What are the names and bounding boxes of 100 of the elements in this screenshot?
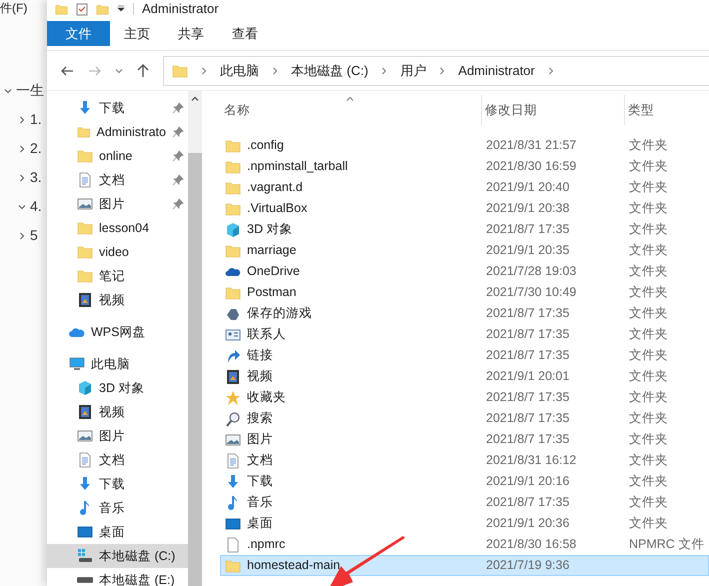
nav-item[interactable]: 图片 xyxy=(47,192,188,216)
chevron-right-icon[interactable] xyxy=(18,116,26,124)
file-row[interactable]: 搜索 2021/8/7 17:35 文件夹 xyxy=(220,408,709,429)
menu-item[interactable]: 件(F) xyxy=(0,0,28,17)
chevron-right-icon[interactable] xyxy=(18,232,26,240)
file-row[interactable]: 链接 2021/8/7 17:35 文件夹 xyxy=(220,345,709,366)
nav-item[interactable]: 3D 对象 xyxy=(47,376,188,400)
chevron-right-icon[interactable] xyxy=(271,66,279,74)
file-name: 链接 xyxy=(247,347,273,364)
ribbon-tab[interactable]: 文件 xyxy=(47,21,110,46)
pin-icon xyxy=(172,126,184,138)
nav-item[interactable]: 视频 xyxy=(47,400,188,424)
file-name: 收藏夹 xyxy=(247,389,286,406)
file-row[interactable]: 收藏夹 2021/8/7 17:35 文件夹 xyxy=(220,387,709,408)
file-row[interactable]: marriage 2021/9/1 20:35 文件夹 xyxy=(220,240,709,261)
nav-item[interactable]: video xyxy=(47,240,188,264)
nav-item[interactable]: 视频 xyxy=(47,288,188,312)
up-arrow-icon[interactable] xyxy=(135,62,151,78)
column-header[interactable]: 名称 xyxy=(220,95,482,125)
address-bar[interactable]: 此电脑 本地磁盘 (C:) 用户 Administrator xyxy=(163,56,709,86)
nav-item[interactable]: 下载 xyxy=(47,472,188,496)
scroll-up-icon[interactable] xyxy=(191,95,199,103)
file-name: .VirtualBox xyxy=(247,200,308,218)
file-row[interactable]: 联系人 2021/8/7 17:35 文件夹 xyxy=(220,324,709,345)
file-name: 音乐 xyxy=(247,494,273,512)
column-header[interactable]: 类型 xyxy=(625,100,654,120)
file-row[interactable]: 文档 2021/8/31 16:12 文件夹 xyxy=(220,450,709,471)
file-row[interactable]: .npmrc 2021/8/30 16:58 NPMRC 文件 xyxy=(220,534,709,555)
chevron-right-icon[interactable] xyxy=(200,66,208,74)
nav-item[interactable]: online xyxy=(47,144,188,168)
file-row[interactable]: .config 2021/8/31 21:57 文件夹 xyxy=(220,135,709,156)
file-row[interactable]: OneDrive 2021/7/28 19:03 文件夹 xyxy=(220,261,709,282)
nav-item[interactable]: 文档 xyxy=(47,448,188,472)
file-row[interactable]: 保存的游戏 2021/8/7 17:35 文件夹 xyxy=(220,303,709,324)
file-row[interactable]: 3D 对象 2021/8/7 17:35 文件夹 xyxy=(220,219,709,240)
nav-item[interactable]: 笔记 xyxy=(47,264,188,288)
file-row[interactable]: Postman 2021/7/30 10:49 文件夹 xyxy=(220,282,709,303)
breadcrumb-item[interactable]: Administrator xyxy=(458,60,535,80)
file-row[interactable]: 图片 2021/8/7 17:35 文件夹 xyxy=(220,429,709,450)
ribbon-tab[interactable]: 主页 xyxy=(110,21,164,46)
file-row[interactable]: 桌面 2021/9/1 20:36 文件夹 xyxy=(220,513,709,534)
breadcrumb-item[interactable]: 用户 xyxy=(400,60,426,80)
nav-item[interactable]: 此电脑 xyxy=(47,352,188,376)
contact-card-icon xyxy=(225,326,241,342)
nav-item[interactable]: 下载 xyxy=(47,96,188,120)
file-row[interactable]: homestead-main 2021/7/19 9:36 xyxy=(220,555,709,576)
tree-item[interactable]: 一生 xyxy=(16,80,44,101)
nav-item[interactable]: 音乐 xyxy=(47,496,188,520)
ribbon-tab[interactable]: 共享 xyxy=(164,21,218,46)
tree-item[interactable]: 2. xyxy=(30,138,42,159)
breadcrumb-item[interactable]: 本地磁盘 (C:) xyxy=(291,60,368,80)
chevron-right-icon[interactable] xyxy=(438,66,446,74)
cube-icon xyxy=(77,380,93,396)
file-name: homestead-main xyxy=(247,557,340,574)
folder-icon xyxy=(225,180,241,196)
tree-item[interactable]: 1. xyxy=(30,109,42,130)
file-name: 联系人 xyxy=(247,326,286,344)
chevron-down-icon[interactable] xyxy=(18,202,26,210)
cube-icon xyxy=(225,222,241,238)
modified-date: 2021/9/1 20:35 xyxy=(485,242,570,260)
file-row[interactable]: 下载 2021/9/1 20:16 文件夹 xyxy=(220,471,709,492)
tree-item[interactable]: 5 xyxy=(30,225,38,246)
file-name: 文档 xyxy=(247,452,273,470)
file-row[interactable]: .VirtualBox 2021/9/1 20:38 文件夹 xyxy=(220,198,709,219)
nav-item[interactable]: 本地磁盘 (C:) xyxy=(47,544,188,568)
nav-item[interactable]: 文档 xyxy=(47,168,188,192)
file-type: 文件夹 xyxy=(628,431,668,448)
dropdown-caret-icon[interactable] xyxy=(117,5,125,13)
nav-item[interactable]: lesson04 xyxy=(47,216,188,240)
nav-item[interactable]: 本地磁盘 (E:) xyxy=(47,568,188,586)
file-row[interactable]: .vagrant.d 2021/9/1 20:40 文件夹 xyxy=(220,177,709,198)
file-row[interactable]: .npminstall_tarball 2021/8/30 16:59 文件夹 xyxy=(220,156,709,177)
down-arrow-icon xyxy=(225,474,241,490)
file-row[interactable]: 视频 2021/9/1 20:01 文件夹 xyxy=(220,366,709,387)
column-header[interactable]: 修改日期 xyxy=(482,95,625,125)
nav-item[interactable]: Administrato xyxy=(47,120,188,144)
tree-item[interactable]: 4. xyxy=(30,196,42,217)
file-type: 文件夹 xyxy=(628,242,668,260)
chevron-right-icon[interactable] xyxy=(546,66,555,74)
chevron-right-icon[interactable] xyxy=(18,144,26,152)
file-name: OneDrive xyxy=(247,263,300,280)
breadcrumb-item[interactable]: 此电脑 xyxy=(220,60,259,80)
properties-icon[interactable] xyxy=(76,2,88,16)
nav-item[interactable]: 桌面 xyxy=(47,520,188,544)
modified-date: 2021/7/30 10:49 xyxy=(485,284,578,302)
tree-item[interactable]: 3. xyxy=(30,167,42,188)
file-row[interactable]: 音乐 2021/8/7 17:35 文件夹 xyxy=(220,492,709,513)
pin-icon xyxy=(172,102,184,114)
chevron-right-icon[interactable] xyxy=(18,174,26,182)
dropdown-chevron-icon[interactable] xyxy=(115,66,123,74)
folder-icon xyxy=(77,220,93,236)
file-type: 文件夹 xyxy=(628,179,668,196)
chevron-right-icon[interactable] xyxy=(380,66,388,74)
file-name: 图片 xyxy=(247,431,273,448)
nav-item[interactable]: WPS网盘 xyxy=(47,320,188,344)
ribbon-tab[interactable]: 查看 xyxy=(218,21,272,46)
file-name: marriage xyxy=(247,242,296,260)
chevron-down-icon[interactable] xyxy=(4,86,12,94)
modified-date: 2021/8/31 21:57 xyxy=(485,137,578,154)
nav-item[interactable]: 图片 xyxy=(47,424,188,448)
